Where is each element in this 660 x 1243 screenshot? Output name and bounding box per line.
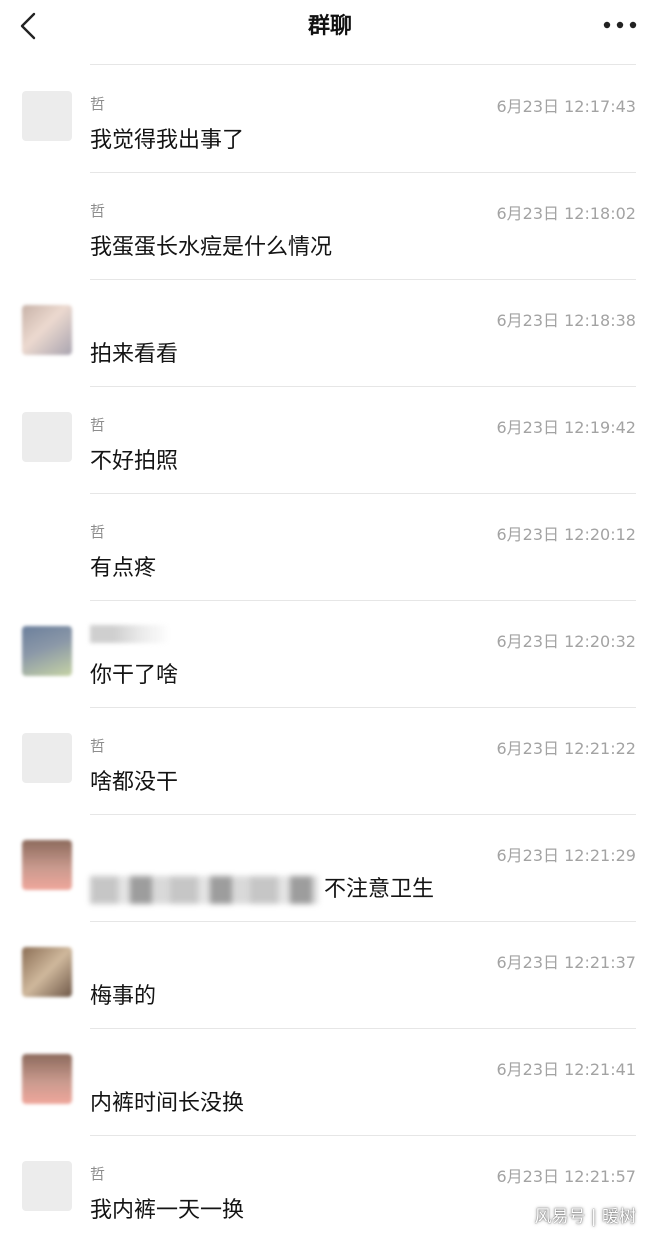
- back-button[interactable]: [14, 10, 44, 42]
- message-text: 有点疼: [90, 556, 157, 581]
- avatar[interactable]: [22, 91, 72, 141]
- sender-name: 哲: [90, 737, 106, 755]
- message-text: 不注意卫生: [324, 877, 435, 902]
- watermark: 风易号 | 暖树: [534, 1207, 636, 1227]
- message-time: 6月23日 12:21:29: [496, 846, 637, 865]
- sender-name: 哲: [90, 523, 106, 541]
- message-text: 啥都没干: [90, 770, 179, 795]
- avatar[interactable]: [22, 412, 72, 462]
- avatar[interactable]: [22, 840, 72, 890]
- message-time: 6月23日 12:20:32: [496, 632, 637, 651]
- message-item[interactable]: 6月23日 12:21:29 不注意卫生: [0, 815, 660, 922]
- message-text: 内裤时间长没换: [90, 1091, 245, 1116]
- message-time: 6月23日 12:21:41: [496, 1060, 637, 1079]
- message-time: 6月23日 12:18:02: [496, 204, 637, 223]
- avatar[interactable]: [22, 305, 72, 355]
- message-item[interactable]: 6月23日 12:18:38 拍来看看: [0, 280, 660, 387]
- message-text: 你干了啥: [90, 663, 179, 688]
- avatar[interactable]: [22, 626, 72, 676]
- message-text: 我蛋蛋长水痘是什么情况: [90, 235, 333, 260]
- message-item[interactable]: 6月23日 12:21:41 内裤时间长没换: [0, 1029, 660, 1136]
- top-divider: [90, 64, 636, 65]
- avatar[interactable]: [22, 1161, 72, 1211]
- message-time: 6月23日 12:17:43: [496, 97, 637, 116]
- avatar[interactable]: [22, 1054, 72, 1104]
- chevron-left-icon: [20, 12, 36, 40]
- message-time: 6月23日 12:21:22: [496, 739, 637, 758]
- message-text: 我觉得我出事了: [90, 128, 245, 153]
- message-text: 我内裤一天一换: [90, 1198, 245, 1223]
- message-item[interactable]: 6月23日 12:21:37 梅事的: [0, 922, 660, 1029]
- message-item[interactable]: 哲 6月23日 12:21:22 啥都没干: [0, 708, 660, 815]
- top-bar: 群聊: [0, 0, 660, 56]
- message-text: 梅事的: [90, 984, 157, 1009]
- sender-name: 哲: [90, 416, 106, 434]
- avatar[interactable]: [22, 947, 72, 997]
- page-title: 群聊: [307, 14, 352, 39]
- message-time: 6月23日 12:20:12: [496, 525, 637, 544]
- message-item[interactable]: 6月23日 12:20:32 你干了啥: [0, 601, 660, 708]
- sender-name: 哲: [90, 202, 106, 220]
- more-options-button[interactable]: [602, 17, 638, 33]
- sender-name: 哲: [90, 95, 106, 113]
- avatar[interactable]: [22, 733, 72, 783]
- message-time: 6月23日 12:21:57: [496, 1167, 637, 1186]
- redacted-sender-name: [90, 625, 170, 643]
- message-time: 6月23日 12:19:42: [496, 418, 637, 437]
- message-text: 拍来看看: [90, 342, 179, 367]
- message-item[interactable]: 哲 6月23日 12:18:02 我蛋蛋长水痘是什么情况: [0, 173, 660, 280]
- sender-name: 哲: [90, 1165, 106, 1183]
- message-text-row: 不注意卫生: [90, 871, 434, 904]
- message-item[interactable]: 哲 6月23日 12:20:12 有点疼: [0, 494, 660, 601]
- more-dots-icon: [603, 21, 637, 29]
- redacted-text: [90, 876, 318, 904]
- message-time: 6月23日 12:18:38: [496, 311, 637, 330]
- message-time: 6月23日 12:21:37: [496, 953, 637, 972]
- message-item[interactable]: 哲 6月23日 12:19:42 不好拍照: [0, 387, 660, 494]
- message-item[interactable]: 哲 6月23日 12:17:43 我觉得我出事了: [0, 66, 660, 173]
- message-text: 不好拍照: [90, 449, 179, 474]
